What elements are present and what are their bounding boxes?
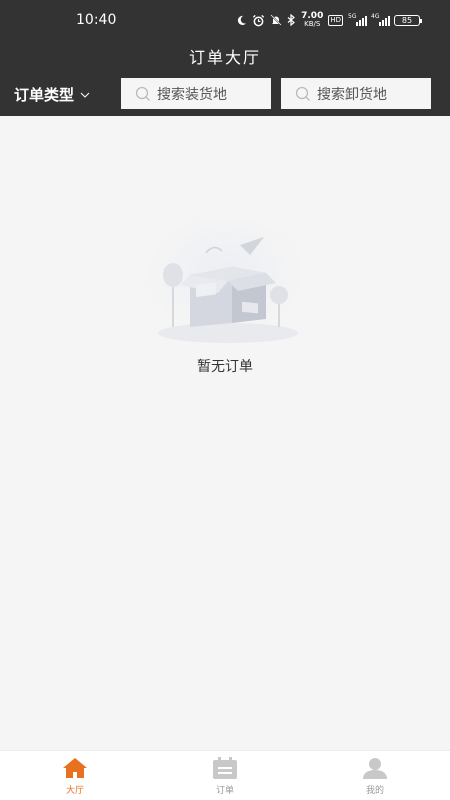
chevron-down-icon	[80, 92, 90, 98]
status-time: 10:40	[76, 12, 117, 28]
tab-hall-label: 大厅	[65, 786, 84, 796]
clipboard-icon	[213, 757, 237, 779]
bottom-tab-bar: 大厅 订单 我的	[0, 750, 450, 800]
status-bar: 10:40 7.00 KB/S HD 5G 4G 85	[0, 0, 450, 40]
tab-mine[interactable]: 我的	[300, 751, 450, 800]
tab-orders-label: 订单	[215, 786, 234, 796]
search-unload-input[interactable]: 搜索卸货地	[281, 78, 431, 109]
status-icons: 7.00 KB/S HD 5G 4G 85	[236, 11, 422, 28]
signal-icon-5g: 5G	[348, 13, 367, 26]
home-icon	[63, 758, 87, 778]
search-unload-placeholder: 搜索卸货地	[317, 86, 387, 103]
page-title: 订单大厅	[188, 48, 261, 67]
empty-message: 暂无订单	[197, 359, 253, 375]
tab-mine-label: 我的	[365, 786, 384, 796]
empty-box-illustration	[145, 218, 305, 343]
signal-icon-4g: 4G	[371, 13, 390, 26]
tab-hall[interactable]: 大厅	[0, 751, 150, 800]
search-icon	[135, 86, 150, 101]
bell-off-icon	[270, 14, 282, 26]
user-icon	[363, 758, 387, 779]
order-type-label: 订单类型	[14, 86, 75, 104]
net-speed: 7.00 KB/S	[301, 11, 324, 28]
search-load-input[interactable]: 搜索装货地	[121, 78, 271, 109]
hd-badge: HD	[328, 14, 343, 26]
battery-indicator: 85	[394, 14, 422, 26]
tab-orders[interactable]: 订单	[150, 751, 300, 800]
bluetooth-icon	[287, 14, 296, 26]
search-icon	[295, 86, 310, 101]
moon-icon	[238, 15, 247, 25]
alarm-icon	[253, 14, 265, 26]
search-load-placeholder: 搜索装货地	[157, 86, 227, 103]
order-type-dropdown[interactable]: 订单类型	[14, 84, 90, 105]
header: 订单大厅 订单类型 搜索装货地 搜索卸货地	[0, 40, 450, 116]
